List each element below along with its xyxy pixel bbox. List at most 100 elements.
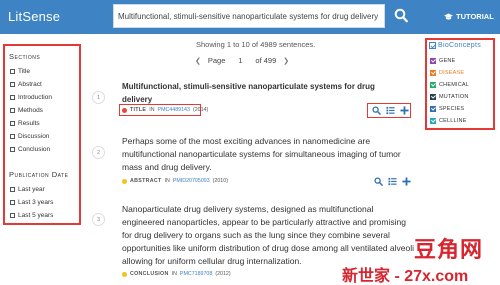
concept-species[interactable]: SPECIES xyxy=(430,106,464,112)
graduation-cap-icon xyxy=(444,12,453,20)
section-dot-icon xyxy=(122,271,127,277)
checkbox-checked-icon[interactable] xyxy=(430,106,436,112)
concept-label: MUTATION xyxy=(439,94,469,100)
watermark: 豆角网 xyxy=(414,237,484,262)
page-label: Page xyxy=(207,56,226,65)
plus-icon[interactable] xyxy=(400,106,409,115)
chevron-left-icon[interactable]: ❮ xyxy=(195,57,201,65)
result-number: 1 xyxy=(92,91,105,104)
checkbox[interactable] xyxy=(10,134,15,139)
sentence-line: opportunities like uniform distribution … xyxy=(122,243,415,253)
checkbox-checked-icon[interactable] xyxy=(430,94,436,100)
concept-gene[interactable]: GENE xyxy=(430,58,455,64)
result-sentence[interactable]: Nanoparticulate drug delivery systems, d… xyxy=(122,203,420,268)
search-input[interactable] xyxy=(118,7,380,25)
sentence-line: Perhaps some of the most exciting advanc… xyxy=(122,136,371,146)
checkbox[interactable] xyxy=(10,187,15,192)
result-meta: CONCLUSION IN PMC7189708 (2012) xyxy=(122,271,231,277)
concept-mutation[interactable]: MUTATION xyxy=(430,94,469,100)
pmid-link[interactable]: PMC7189708 xyxy=(180,271,212,277)
tutorial-label: TUTORIAL xyxy=(456,12,494,21)
checkbox[interactable] xyxy=(10,69,15,74)
concept-disease[interactable]: DISEASE xyxy=(430,70,464,76)
pub-year: (2014) xyxy=(192,107,209,113)
filter-label: Abstract xyxy=(18,81,42,88)
checkbox[interactable] xyxy=(10,200,15,205)
in-label: IN xyxy=(164,178,170,184)
brand-logo[interactable]: LitSense xyxy=(8,9,60,24)
filter-last-3-years[interactable]: Last 3 years xyxy=(10,199,53,206)
filter-label: Discussion xyxy=(18,133,50,140)
watermark: 新世家 - 27x.com xyxy=(342,268,469,285)
filter-label: Results xyxy=(18,120,40,127)
filter-methods[interactable]: Methods xyxy=(10,107,43,114)
tutorial-link[interactable]: TUTORIAL xyxy=(444,12,494,21)
filter-last-year[interactable]: Last year xyxy=(10,186,45,193)
checkbox-checked-icon[interactable] xyxy=(430,70,436,76)
filter-title[interactable]: Title xyxy=(10,68,30,75)
concept-chemical[interactable]: CHEMICAL xyxy=(430,82,469,88)
sentence-line: for drug delivery to organs such as the … xyxy=(122,230,390,240)
concept-cellline[interactable]: CELLLINE xyxy=(430,118,467,124)
filter-introduction[interactable]: Introduction xyxy=(10,94,52,101)
chevron-right-icon[interactable]: ❯ xyxy=(283,57,289,65)
checkbox-checked-icon[interactable] xyxy=(430,118,436,124)
page-total: of 499 xyxy=(255,56,277,65)
filter-label: Last year xyxy=(18,186,45,193)
result-number: 2 xyxy=(92,146,105,159)
sentence-line: multifunctional nanoparticulate systems … xyxy=(122,149,401,159)
result-actions xyxy=(372,106,409,115)
filter-results[interactable]: Results xyxy=(10,120,40,127)
filter-abstract[interactable]: Abstract xyxy=(10,81,42,88)
sentence-line: engineered nanoparticles, appear to be p… xyxy=(122,217,406,227)
sections-heading: Sections xyxy=(9,52,41,61)
sentence-line: mass and drug delivery. xyxy=(122,162,212,172)
filter-discussion[interactable]: Discussion xyxy=(10,133,49,140)
checkbox-checked-icon[interactable] xyxy=(429,42,436,49)
top-bar: LitSense TUTORIAL xyxy=(0,0,500,34)
checkbox-checked-icon[interactable] xyxy=(430,82,436,88)
results-summary: Showing 1 to 10 of 4989 sentences. xyxy=(196,40,316,49)
list-icon[interactable] xyxy=(386,106,395,115)
search-icon[interactable] xyxy=(394,8,408,24)
checkbox[interactable] xyxy=(10,147,15,152)
checkbox[interactable] xyxy=(10,108,15,113)
checkbox-checked-icon[interactable] xyxy=(430,58,436,64)
filter-label: Last 5 years xyxy=(18,212,54,219)
filter-label: Conclusion xyxy=(18,146,51,153)
search-box[interactable] xyxy=(113,4,385,28)
concept-label: DISEASE xyxy=(439,70,465,76)
bioconcepts-heading[interactable]: BioConcepts xyxy=(429,42,481,49)
in-label: IN xyxy=(149,107,155,113)
plus-icon[interactable] xyxy=(402,177,411,186)
pub-year: (2012) xyxy=(215,271,231,277)
in-label: IN xyxy=(171,271,177,277)
filter-label: Introduction xyxy=(18,94,52,101)
checkbox[interactable] xyxy=(10,121,15,126)
result-meta: TITLE IN PMC4489143 (2014) xyxy=(122,107,208,113)
filter-conclusion[interactable]: Conclusion xyxy=(10,146,50,153)
list-icon[interactable] xyxy=(388,177,397,186)
filter-label: Last 3 years xyxy=(18,199,54,206)
checkbox[interactable] xyxy=(10,213,15,218)
pub-year: (2010) xyxy=(212,178,228,184)
search-icon[interactable] xyxy=(372,106,381,115)
concept-label: CELLLINE xyxy=(439,118,467,124)
checkbox[interactable] xyxy=(10,82,15,87)
result-meta: ABSTRACT IN PMID20705093 (2010) xyxy=(122,178,228,184)
filter-panel: Sections Title Abstract Introduction Met… xyxy=(3,44,81,225)
filter-label: Methods xyxy=(18,107,43,114)
search-icon[interactable] xyxy=(374,177,383,186)
pmid-link[interactable]: PMC4489143 xyxy=(158,107,190,113)
pmid-link[interactable]: PMID20705093 xyxy=(173,178,210,184)
concept-label: SPECIES xyxy=(439,106,465,112)
filter-last-5-years[interactable]: Last 5 years xyxy=(10,212,53,219)
result-sentence[interactable]: Perhaps some of the most exciting advanc… xyxy=(122,135,420,174)
page-number-input[interactable]: 1 xyxy=(232,56,248,65)
checkbox[interactable] xyxy=(10,95,15,100)
sentence-line: Multifunctional, stimuli-sensitive nanop… xyxy=(122,82,375,91)
sentence-line: Nanoparticulate drug delivery systems, d… xyxy=(122,204,374,214)
result-number: 3 xyxy=(92,213,105,226)
pager: ❮ Page 1 of 499 ❯ xyxy=(195,56,289,65)
section-tag: ABSTRACT xyxy=(130,178,162,184)
